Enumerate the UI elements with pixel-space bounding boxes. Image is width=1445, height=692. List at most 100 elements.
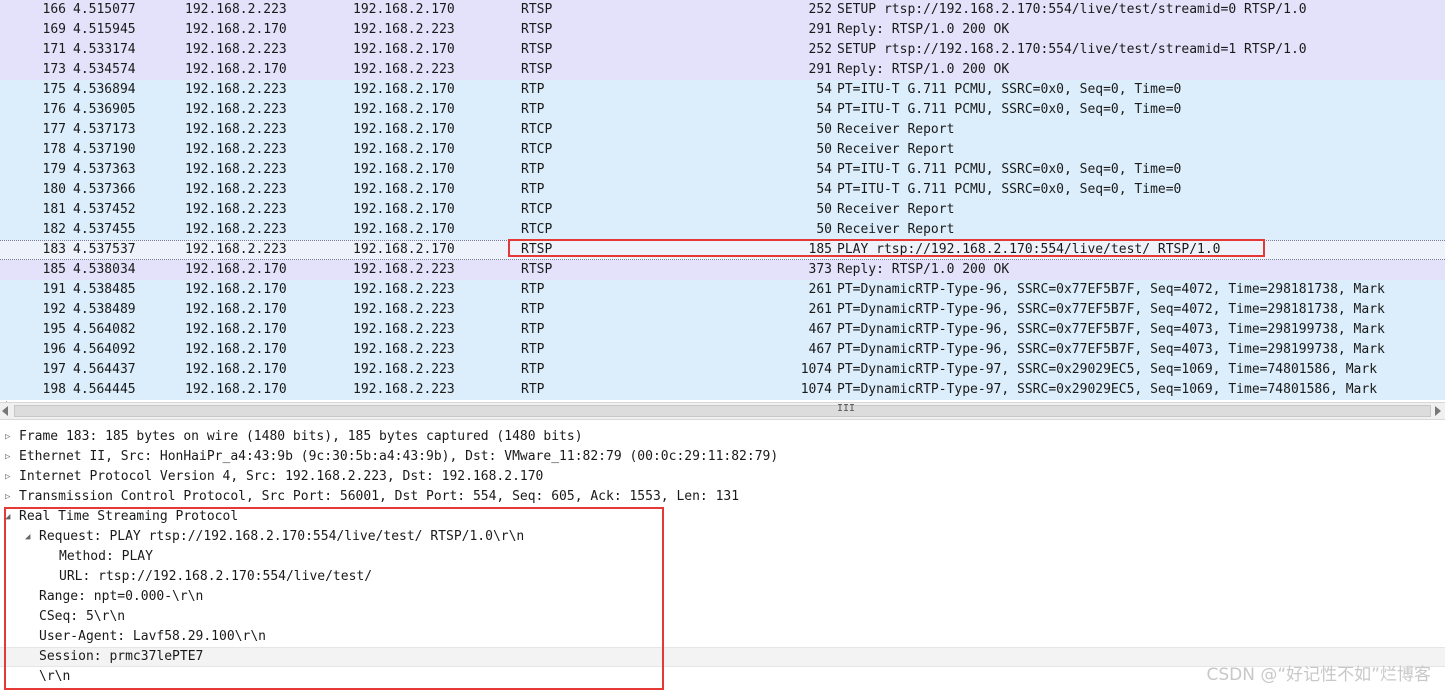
packet-len-cell: 261 [808,282,832,297]
packet-row[interactable]: 185 4.538034 192.168.2.170 192.168.2.223 RTS… [0,260,1445,280]
collapse-triangle-icon[interactable]: ▷ [5,487,10,507]
packet-dst-cell: 192.168.2.223 [353,322,455,337]
packet-row[interactable]: 182 4.537455 192.168.2.223 192.168.2.170 RTC… [0,220,1445,240]
packet-row[interactable]: 177 4.537173 192.168.2.223 192.168.2.170 RTC… [0,120,1445,140]
packet-time-cell: 4.537190 [73,142,136,157]
packet-time-cell: 4.538034 [73,262,136,277]
scroll-left-icon[interactable] [2,406,8,416]
packet-row[interactable]: 175 4.536894 192.168.2.223 192.168.2.170 RTP… [0,80,1445,100]
packet-row[interactable]: 181 4.537452 192.168.2.223 192.168.2.170 RTC… [0,200,1445,220]
packet-no-cell: 180 [42,182,66,197]
packet-info-cell: SETUP rtsp://192.168.2.170:554/live/test… [837,2,1307,17]
packet-info-cell: PT=DynamicRTP-Type-96, SSRC=0x77EF5B7F, … [837,302,1385,317]
packet-time-cell: 4.537455 [73,222,136,237]
packet-info-cell: Reply: RTSP/1.0 200 OK [837,22,1010,37]
packet-no-cell: 176 [42,102,66,117]
packet-no-cell: 191 [42,282,66,297]
detail-row[interactable]: ▷ Ethernet II, Src: HonHaiPr_a4:43:9b (9c… [0,447,1445,467]
packet-info-cell: PT=ITU-T G.711 PCMU, SSRC=0x0, Seq=0, Ti… [837,82,1182,97]
packet-row[interactable]: 178 4.537190 192.168.2.223 192.168.2.170 RTC… [0,140,1445,160]
packet-proto-cell: RTP [521,162,545,177]
packet-time-cell: 4.537366 [73,182,136,197]
packet-no-cell: 175 [42,82,66,97]
packet-src-cell: 192.168.2.170 [185,382,287,397]
packet-proto-cell: RTCP [521,222,553,237]
packet-info-cell: PT=ITU-T G.711 PCMU, SSRC=0x0, Seq=0, Ti… [837,162,1182,177]
packet-src-cell: 192.168.2.223 [185,82,287,97]
packet-info-cell: Receiver Report [837,222,955,237]
packet-src-cell: 192.168.2.170 [185,282,287,297]
packet-row[interactable]: 192 4.538489 192.168.2.170 192.168.2.223 RTP… [0,300,1445,320]
packet-info-cell: PT=DynamicRTP-Type-96, SSRC=0x77EF5B7F, … [837,322,1385,337]
packet-proto-cell: RTCP [521,142,553,157]
packet-row[interactable]: 197 4.564437 192.168.2.170 192.168.2.223 RTP… [0,360,1445,380]
packet-src-cell: 192.168.2.223 [185,42,287,57]
detail-text: Frame 183: 185 bytes on wire (1480 bits)… [19,429,583,444]
collapse-triangle-icon[interactable]: ▷ [5,447,10,467]
packet-row[interactable]: 179 4.537363 192.168.2.223 192.168.2.170 RTP… [0,160,1445,180]
packet-info-cell: SETUP rtsp://192.168.2.170:554/live/test… [837,42,1307,57]
packet-src-cell: 192.168.2.170 [185,362,287,377]
packet-len-cell: 1074 [800,362,832,377]
packet-time-cell: 4.533174 [73,42,136,57]
packet-row[interactable]: 195 4.564082 192.168.2.170 192.168.2.223 RTP… [0,320,1445,340]
detail-row[interactable]: ▷ Internet Protocol Version 4, Src: 192.1… [0,467,1445,487]
packet-no-cell: 171 [42,42,66,57]
packet-src-cell: 192.168.2.223 [185,242,287,257]
packet-row[interactable]: 173 4.534574 192.168.2.170 192.168.2.223 RTS… [0,60,1445,80]
highlight-box-packet [508,239,1265,257]
packet-info-cell: PT=DynamicRTP-Type-96, SSRC=0x77EF5B7F, … [837,282,1385,297]
packet-src-cell: 192.168.2.170 [185,262,287,277]
packet-dst-cell: 192.168.2.223 [353,342,455,357]
packet-src-cell: 192.168.2.223 [185,202,287,217]
packet-len-cell: 50 [816,222,832,237]
packet-len-cell: 291 [808,62,832,77]
collapse-triangle-icon[interactable]: ▷ [5,427,10,447]
packet-proto-cell: RTP [521,342,545,357]
packet-row[interactable]: 176 4.536905 192.168.2.223 192.168.2.170 RTP… [0,100,1445,120]
packet-no-cell: 185 [42,262,66,277]
packet-proto-cell: RTP [521,362,545,377]
packet-dst-cell: 192.168.2.170 [353,102,455,117]
scroll-right-icon[interactable] [1435,406,1441,416]
packet-time-cell: 4.536894 [73,82,136,97]
detail-row[interactable]: ▷ Transmission Control Protocol, Src Port… [0,487,1445,507]
packet-src-cell: 192.168.2.223 [185,222,287,237]
horizontal-scrollbar[interactable]: III [0,402,1445,420]
packet-row[interactable]: 166 4.515077 192.168.2.223 192.168.2.170 RTS… [0,0,1445,20]
detail-text: Ethernet II, Src: HonHaiPr_a4:43:9b (9c:… [19,449,779,464]
packet-proto-cell: RTP [521,282,545,297]
packet-time-cell: 4.534574 [73,62,136,77]
packet-no-cell: 196 [42,342,66,357]
packet-len-cell: 54 [816,82,832,97]
packet-time-cell: 4.536905 [73,102,136,117]
packet-no-cell: 198 [42,382,66,397]
detail-text: Transmission Control Protocol, Src Port:… [19,489,740,504]
packet-len-cell: 467 [808,322,832,337]
packet-list[interactable]: 166 4.515077 192.168.2.223 192.168.2.170 RTS… [0,0,1445,402]
packet-time-cell: 4.537537 [73,242,136,257]
packet-len-cell: 252 [808,42,832,57]
packet-row[interactable]: 196 4.564092 192.168.2.170 192.168.2.223 RTP… [0,340,1445,360]
packet-row[interactable]: 169 4.515945 192.168.2.170 192.168.2.223 RTS… [0,20,1445,40]
packet-dst-cell: 192.168.2.170 [353,82,455,97]
packet-dst-cell: 192.168.2.223 [353,22,455,37]
packet-row[interactable]: 180 4.537366 192.168.2.223 192.168.2.170 RTP… [0,180,1445,200]
packet-src-cell: 192.168.2.223 [185,162,287,177]
packet-dst-cell: 192.168.2.170 [353,42,455,57]
detail-row[interactable]: ▷ Frame 183: 185 bytes on wire (1480 bits… [0,427,1445,447]
scrollbar-thumb[interactable] [14,405,1431,417]
packet-proto-cell: RTSP [521,42,553,57]
packet-row[interactable]: 171 4.533174 192.168.2.223 192.168.2.170 RTS… [0,40,1445,60]
packet-no-cell: 181 [42,202,66,217]
packet-row[interactable]: 198 4.564445 192.168.2.170 192.168.2.223 RTP… [0,380,1445,400]
packet-no-cell: 173 [42,62,66,77]
collapse-triangle-icon[interactable]: ▷ [5,467,10,487]
packet-info-cell: PT=DynamicRTP-Type-97, SSRC=0x29029EC5, … [837,382,1378,397]
packet-time-cell: 4.538485 [73,282,136,297]
packet-info-cell: PT=DynamicRTP-Type-96, SSRC=0x77EF5B7F, … [837,342,1385,357]
packet-proto-cell: RTSP [521,262,553,277]
packet-proto-cell: RTP [521,102,545,117]
packet-row[interactable]: 191 4.538485 192.168.2.170 192.168.2.223 RTP… [0,280,1445,300]
packet-no-cell: 169 [42,22,66,37]
